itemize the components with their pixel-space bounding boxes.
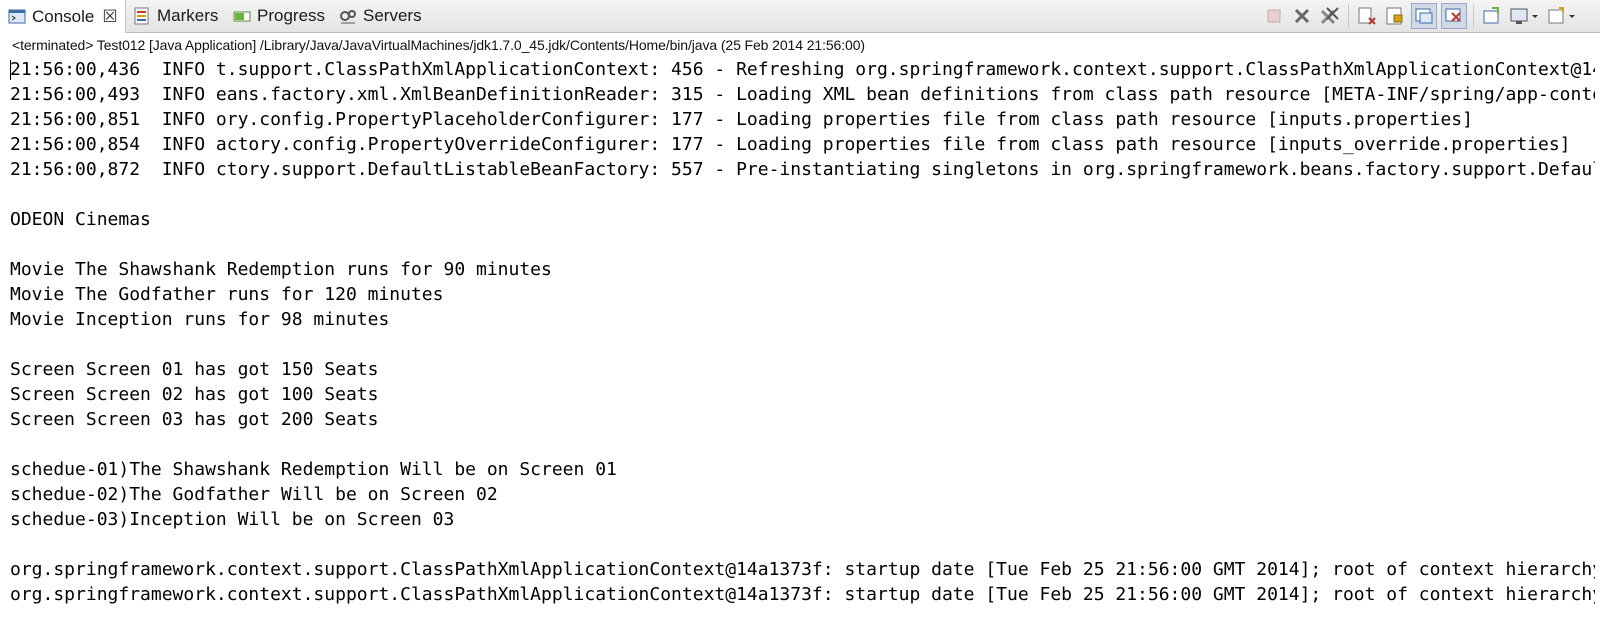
markers-icon (133, 7, 151, 25)
tab-console[interactable]: Console ☒ (0, 0, 126, 33)
console-line: org.springframework.context.support.Clas… (10, 559, 1595, 580)
console-line: 21:56:00,493 INFO eans.factory.xml.XmlBe… (10, 84, 1595, 105)
clear-console-icon[interactable] (1355, 4, 1379, 28)
console-line: Movie The Shawshank Redemption runs for … (10, 259, 552, 280)
terminate-icon[interactable] (1262, 4, 1286, 28)
console-line: Screen Screen 02 has got 100 Seats (10, 384, 379, 405)
toolbar-separator (1348, 4, 1349, 28)
pin-console-icon[interactable] (1480, 4, 1504, 28)
console-line: 21:56:00,851 INFO ory.config.PropertyPla… (10, 109, 1473, 130)
progress-icon (233, 7, 251, 25)
tab-progress[interactable]: Progress (233, 0, 325, 32)
scroll-lock-icon[interactable] (1383, 4, 1407, 28)
console-line: 21:56:00,854 INFO actory.config.Property… (10, 134, 1571, 155)
tab-progress-label: Progress (257, 6, 326, 25)
console-line: Screen Screen 01 has got 150 Seats (10, 359, 379, 380)
tab-servers-label: Servers (363, 6, 422, 25)
console-line: ODEON Cinemas (10, 209, 151, 230)
console-icon (8, 8, 26, 26)
console-line: 21:56:00,436 INFO t.support.ClassPathXml… (10, 59, 1595, 80)
console-line: Screen Screen 03 has got 200 Seats (10, 409, 379, 430)
console-line: 21:56:00,872 INFO ctory.support.DefaultL… (10, 159, 1595, 180)
console-output[interactable]: 21:56:00,436 INFO t.support.ClassPathXml… (10, 57, 1595, 607)
tab-markers-label: Markers (157, 6, 219, 25)
view-tab-bar: Console ☒ Markers Progress Servers (0, 0, 1600, 33)
tab-servers[interactable]: Servers (339, 0, 422, 32)
console-line: schedue-02)The Godfather Will be on Scre… (10, 484, 498, 505)
remove-all-terminated-icon[interactable] (1318, 4, 1342, 28)
console-line: Movie The Godfather runs for 120 minutes (10, 284, 444, 305)
console-line: schedue-03)Inception Will be on Screen 0… (10, 509, 455, 530)
tab-markers[interactable]: Markers (133, 0, 218, 32)
console-toolbar (1260, 2, 1582, 30)
launch-status: <terminated> Test012 [Java Application] … (12, 37, 865, 53)
remove-launch-icon[interactable] (1290, 4, 1314, 28)
console-line: schedue-01)The Shawshank Redemption Will… (10, 459, 617, 480)
display-console-icon[interactable] (1508, 4, 1542, 28)
show-on-stderr-icon[interactable] (1441, 3, 1467, 29)
open-console-icon[interactable] (1546, 4, 1580, 28)
toolbar-separator (1473, 4, 1474, 28)
tab-console-label: Console (32, 6, 95, 26)
close-icon[interactable]: ☒ (102, 7, 117, 27)
console-line: org.springframework.context.support.Clas… (10, 584, 1595, 605)
servers-icon (339, 7, 357, 25)
show-on-stdout-icon[interactable] (1411, 3, 1437, 29)
console-line: Movie Inception runs for 98 minutes (10, 309, 390, 330)
